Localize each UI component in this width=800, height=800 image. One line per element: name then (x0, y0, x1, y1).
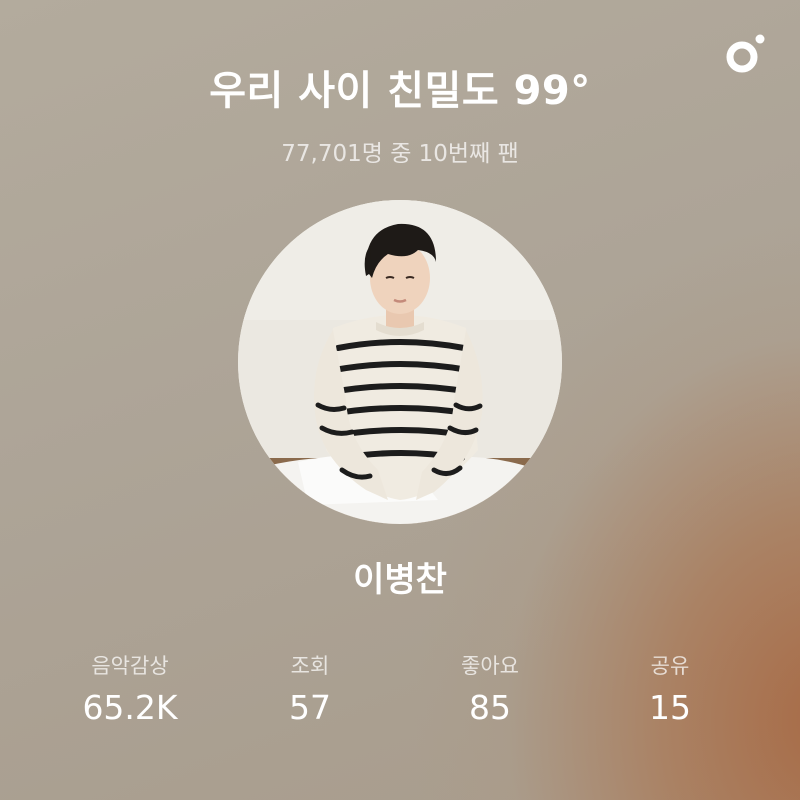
stat-value: 57 (289, 688, 331, 727)
stat-shares: 공유 15 (580, 650, 760, 750)
stat-listening: 음악감상 65.2K (40, 650, 220, 750)
stat-value: 65.2K (82, 688, 178, 727)
stat-label: 좋아요 (461, 654, 519, 678)
artist-photo (238, 200, 562, 524)
stat-views: 조회 57 (220, 650, 400, 750)
stat-label: 공유 (650, 654, 690, 678)
stat-label: 조회 (290, 654, 330, 678)
stat-value: 15 (649, 688, 691, 727)
fan-card: 우리 사이 친밀도 99° 77,701명 중 10번째 팬 이병찬 음악감상 … (0, 0, 800, 800)
stat-label: 음악감상 (91, 654, 169, 678)
stats-row: 음악감상 65.2K 조회 57 좋아요 85 공유 15 (40, 650, 760, 750)
artist-avatar[interactable] (238, 200, 562, 524)
stat-value: 85 (469, 688, 511, 727)
page-title: 우리 사이 친밀도 99° (209, 68, 591, 114)
artist-name[interactable]: 이병찬 (0, 552, 800, 601)
fan-rank-subtitle: 77,701명 중 10번째 팬 (281, 141, 519, 167)
stat-likes: 좋아요 85 (400, 650, 580, 750)
